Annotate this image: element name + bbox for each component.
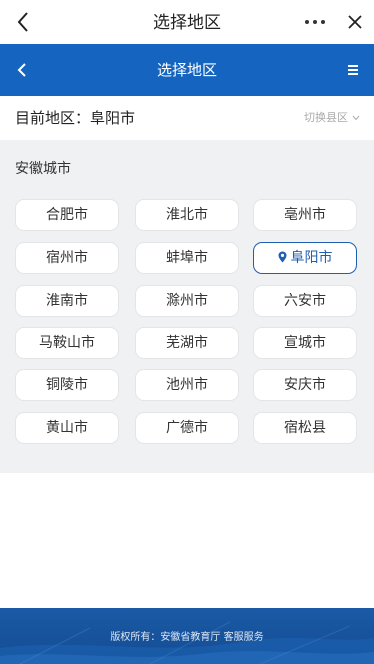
copyright-text: 版权所有：安徽省教育厅 客服服务 [110, 632, 264, 643]
menu-line-icon [348, 73, 358, 75]
menu-line-icon [348, 65, 358, 67]
city-button[interactable]: 蚌埠市 [135, 242, 239, 274]
city-label: 安庆市 [284, 377, 326, 393]
city-button[interactable]: 黄山市 [15, 412, 119, 444]
city-label: 宿州市 [46, 250, 88, 266]
city-label: 马鞍山市 [39, 335, 95, 351]
footer: 版权所有：安徽省教育厅 客服服务 [0, 608, 374, 664]
city-label: 铜陵市 [46, 377, 88, 393]
page-header: 选择地区 [0, 44, 374, 96]
more-dot-icon [305, 20, 309, 24]
city-button[interactable]: 宣城市 [253, 327, 357, 359]
city-button[interactable]: 滁州市 [135, 285, 239, 317]
city-button[interactable]: 池州市 [135, 369, 239, 401]
city-button[interactable]: 宿州市 [15, 242, 119, 274]
city-label: 广德市 [166, 420, 208, 436]
menu-line-icon [348, 69, 358, 71]
city-label: 滁州市 [166, 293, 208, 309]
city-label: 合肥市 [46, 207, 88, 223]
city-button[interactable]: 六安市 [253, 285, 357, 317]
close-button[interactable] [340, 6, 370, 38]
city-label: 黄山市 [46, 420, 88, 436]
more-options-button[interactable] [300, 6, 330, 38]
city-label: 六安市 [284, 293, 326, 309]
switch-county-label: 切换县区 [304, 111, 348, 124]
city-button[interactable]: 安庆市 [253, 369, 357, 401]
chevron-down-icon [352, 115, 360, 121]
city-button[interactable]: 芜湖市 [135, 327, 239, 359]
city-button[interactable]: 亳州市 [253, 199, 357, 231]
city-button[interactable]: 马鞍山市 [15, 327, 119, 359]
city-label: 阜阳市 [290, 250, 333, 266]
section-title: 安徽城市 [15, 161, 71, 177]
more-dot-icon [321, 20, 325, 24]
city-panel: 安徽城市 合肥市 淮北市 亳州市 宿州市 蚌埠市 阜阳市 淮南市 滁州市 六安市… [0, 140, 374, 473]
switch-county-button[interactable]: 切换县区 [304, 96, 360, 140]
city-label: 芜湖市 [166, 335, 208, 351]
city-button[interactable]: 淮北市 [135, 199, 239, 231]
city-label: 宿松县 [284, 420, 326, 436]
city-button[interactable]: 合肥市 [15, 199, 119, 231]
city-button[interactable]: 铜陵市 [15, 369, 119, 401]
city-label: 淮北市 [166, 207, 208, 223]
city-label: 池州市 [166, 377, 208, 393]
page-title: 选择地区 [156, 61, 217, 79]
city-label: 蚌埠市 [166, 250, 208, 266]
menu-button[interactable] [342, 60, 364, 80]
current-region-label: 目前地区：阜阳市 [15, 109, 136, 127]
city-button[interactable]: 广德市 [135, 412, 239, 444]
location-pin-icon [278, 251, 286, 262]
current-region-row: 目前地区：阜阳市 切换县区 [0, 96, 374, 140]
city-label: 宣城市 [284, 335, 326, 351]
more-dot-icon [313, 20, 317, 24]
app-top-bar: 选择地区 [0, 0, 374, 44]
city-button-selected[interactable]: 阜阳市 [253, 242, 357, 274]
city-label: 亳州市 [284, 207, 326, 223]
city-button[interactable]: 淮南市 [15, 285, 119, 317]
close-icon [348, 15, 362, 29]
city-button[interactable]: 宿松县 [253, 412, 357, 444]
city-label: 淮南市 [46, 293, 88, 309]
